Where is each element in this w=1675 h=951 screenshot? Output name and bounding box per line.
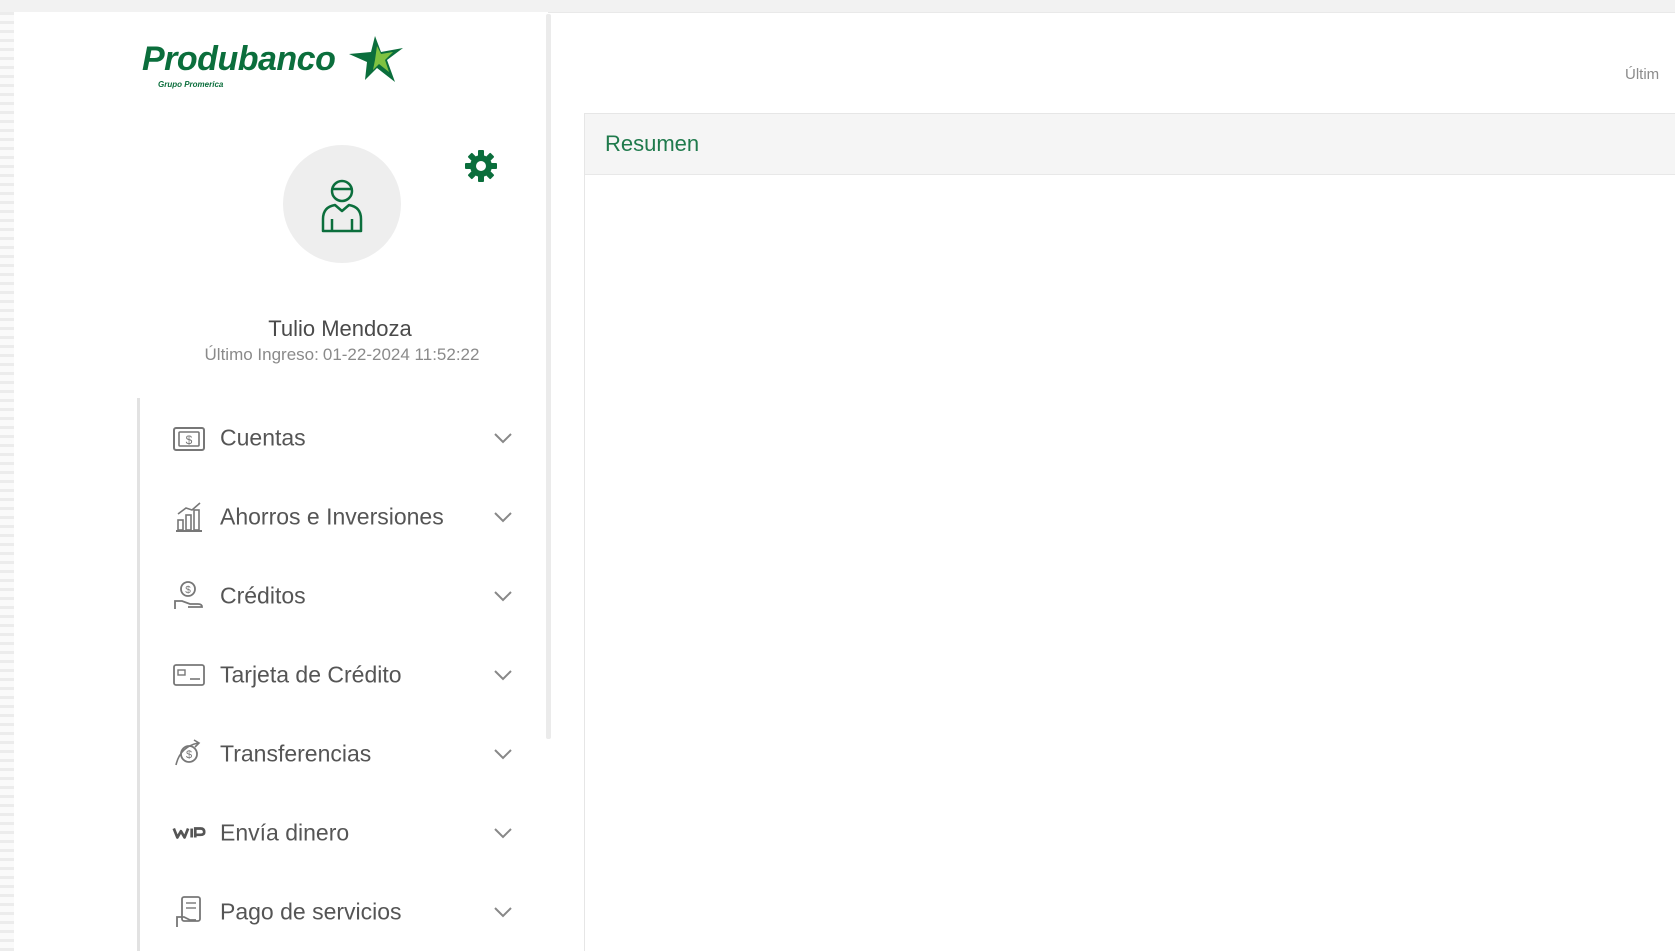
svg-text:$: $ (186, 749, 192, 761)
menu-item-tarjeta-credito[interactable]: Tarjeta de Crédito (137, 635, 522, 714)
brand-subtitle: Grupo Promerica (158, 80, 224, 89)
last-login-value: 01-22-2024 11:52:22 (322, 345, 480, 364)
cash-icon: $ (172, 421, 206, 455)
menu-item-label: Transferencias (220, 740, 372, 766)
chevron-down-icon (494, 748, 512, 759)
main-menu: $ Cuentas Ahorros e Inversiones $ Crédit… (137, 398, 522, 951)
user-avatar[interactable] (283, 145, 401, 263)
sidebar-scrollbar[interactable] (546, 14, 551, 739)
summary-panel-header: Resumen (585, 114, 1675, 175)
left-edge-decoration (0, 12, 14, 951)
menu-item-label: Créditos (220, 582, 306, 608)
last-login: Último Ingreso: 01-22-2024 11:52:22 (140, 345, 540, 365)
menu-item-pago-servicios[interactable]: Pago de servicios (137, 872, 522, 951)
credit-card-icon (172, 658, 206, 692)
brand-logo[interactable]: Produbanco Grupo Promerica (142, 30, 412, 98)
chevron-down-icon (494, 432, 512, 443)
chevron-down-icon (494, 511, 512, 522)
menu-item-cuentas[interactable]: $ Cuentas (137, 398, 522, 477)
settings-gear-button[interactable] (463, 148, 499, 184)
last-login-label: Último Ingreso: (204, 345, 319, 364)
user-name: Tulio Mendoza (268, 316, 412, 341)
app-page: Produbanco Grupo Promerica Tulio Mendoza… (0, 0, 1675, 951)
wip-icon (172, 816, 206, 850)
brand-name: Produbanco (142, 40, 336, 78)
brand-star-icon (349, 36, 403, 82)
chevron-down-icon (494, 827, 512, 838)
menu-item-transferencias[interactable]: $ Transferencias (137, 714, 522, 793)
header-last-login-text: Últim (1625, 66, 1660, 83)
svg-text:$: $ (185, 585, 191, 596)
gear-icon (465, 150, 497, 182)
summary-panel-title: Resumen (605, 131, 700, 156)
chevron-down-icon (494, 590, 512, 601)
bill-icon (172, 895, 206, 929)
menu-item-creditos[interactable]: $ Créditos (137, 556, 522, 635)
user-avatar-icon (321, 179, 363, 233)
chevron-down-icon (494, 669, 512, 680)
menu-item-envia-dinero[interactable]: Envía dinero (137, 793, 522, 872)
menu-item-label: Cuentas (220, 424, 306, 450)
menu-item-label: Pago de servicios (220, 898, 402, 924)
menu-item-label: Tarjeta de Crédito (220, 661, 402, 687)
menu-item-label: Envía dinero (220, 819, 350, 845)
svg-text:$: $ (186, 433, 193, 447)
transfer-icon: $ (172, 737, 206, 771)
investments-chart-icon (172, 500, 206, 534)
chevron-down-icon (494, 906, 512, 917)
menu-item-ahorros-inversiones[interactable]: Ahorros e Inversiones (137, 477, 522, 556)
summary-panel: Resumen (584, 113, 1675, 951)
menu-item-label: Ahorros e Inversiones (220, 503, 444, 529)
credit-hand-icon: $ (172, 579, 206, 613)
